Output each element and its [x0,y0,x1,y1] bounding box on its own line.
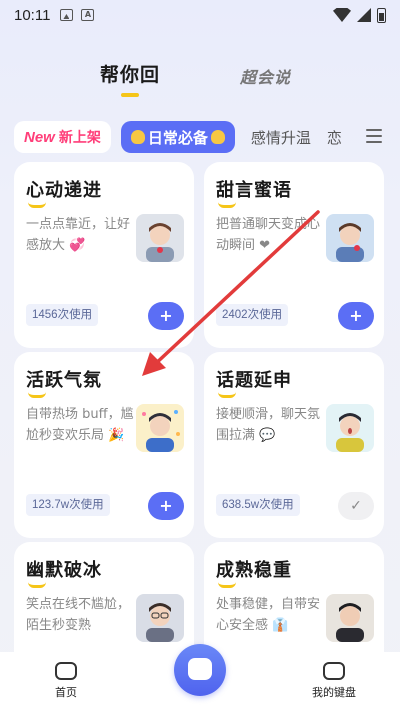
home-icon [55,662,77,680]
card-desc: 处事稳健，自带安心安全感 👔 [216,597,321,633]
title-underline [218,202,236,208]
mascot-icon [188,658,212,680]
card-title: 甜言蜜语 [216,180,292,201]
gallery-icon [60,9,74,21]
nav-my-keyboard[interactable]: 我的键盘 [304,662,364,700]
title-underline [28,582,46,588]
usage-count: 123.7w次使用 [26,494,110,516]
signal-icon [357,8,371,22]
title-underline [218,582,236,588]
avatar [136,594,184,642]
avatar [136,404,184,452]
usage-count: 638.5w次使用 [216,494,300,516]
card-topic-extension[interactable]: 话题延申 接梗顺滑，聊天氛围拉满 💬 638.5w次使用 ✓ [204,352,384,538]
card-title: 话题延申 [216,370,292,391]
battery-icon [377,7,386,23]
status-notification-icons: A [60,9,95,21]
card-lively-atmosphere[interactable]: 活跃气氛 自带热场 buff，尴尬秒变欢乐局 🎉 123.7w次使用 + [14,352,194,538]
keyboard-icon [323,662,345,680]
card-title: 活跃气氛 [26,370,102,391]
card-desc: 一点点靠近，让好感放大 💞 [26,217,131,253]
category-new-label: 新上架 [58,130,101,146]
added-check-button[interactable]: ✓ [338,492,374,520]
title-underline [218,392,236,398]
wifi-icon [333,8,351,22]
card-sweet-talk[interactable]: 甜言蜜语 把普通聊天变成心动瞬间 ❤ 2402次使用 + [204,162,384,348]
nav-keyboard-label: 我的键盘 [312,686,356,699]
title-underline [28,392,46,398]
card-desc: 自带热场 buff，尴尬秒变欢乐局 🎉 [26,407,134,443]
a-icon: A [81,9,95,21]
title-underline [28,202,46,208]
tab-help-reply[interactable]: 帮你回 [100,60,160,87]
category-bar: New 新上架 日常必备 感情升温 恋 [14,120,400,154]
status-time: 10:11 [14,6,51,24]
clap-icon [130,130,145,144]
add-button[interactable]: + [148,302,184,330]
bottom-nav: 首页 我的键盘 [0,644,400,711]
category-menu-icon[interactable] [366,129,382,143]
new-badge: New [24,128,55,146]
usage-count: 1456次使用 [26,304,99,326]
nav-home-label: 首页 [55,686,77,699]
card-desc: 笑点在线不尴尬，陌生秒变熟 [26,597,131,633]
card-desc: 把普通聊天变成心动瞬间 ❤ [216,217,321,253]
card-heartbeat[interactable]: 心动递进 一点点靠近，让好感放大 💞 1456次使用 + [14,162,194,348]
category-love[interactable]: 恋 [327,127,342,148]
add-button[interactable]: + [338,302,374,330]
category-relationship[interactable]: 感情升温 [251,127,311,148]
add-button[interactable]: + [148,492,184,520]
status-bar: 10:11 A [0,0,400,30]
avatar [326,594,374,642]
status-right [333,7,386,23]
card-title: 心动递进 [26,180,102,201]
card-title: 成熟稳重 [216,560,292,581]
avatar [326,404,374,452]
category-active-label: 日常必备 [147,128,208,147]
tab-super-talk[interactable]: 超会说 [240,64,291,88]
usage-count: 2402次使用 [216,304,289,326]
nav-home[interactable]: 首页 [36,662,96,700]
card-title: 幽默破冰 [26,560,102,581]
category-daily-essential[interactable]: 日常必备 [120,121,235,153]
avatar [326,214,374,262]
category-new[interactable]: New 新上架 [14,121,111,153]
avatar [136,214,184,262]
clap-icon [210,130,225,144]
tab-active-indicator [121,93,139,97]
top-tabs: 帮你回 超会说 [0,58,400,98]
nav-center-button[interactable] [174,644,226,696]
card-desc: 接梗顺滑，聊天氛围拉满 💬 [216,407,321,443]
